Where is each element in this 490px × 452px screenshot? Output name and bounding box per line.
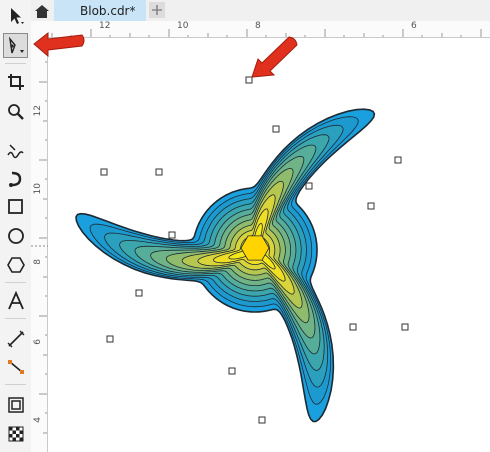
home-icon[interactable]	[31, 0, 52, 21]
text-tool-icon[interactable]	[3, 288, 28, 313]
shape-tool-icon[interactable]	[3, 33, 28, 58]
horizontal-ruler[interactable]: 12 10 8 6	[31, 21, 490, 38]
pick-tool-icon[interactable]	[3, 3, 28, 28]
ellipse-tool-icon[interactable]	[3, 223, 28, 248]
new-tab-button[interactable]	[149, 2, 165, 18]
document-tab-title: Blob.cdr*	[80, 3, 136, 18]
document-tab[interactable]: Blob.cdr*	[54, 0, 146, 21]
crop-tool-icon[interactable]	[3, 69, 28, 94]
ruler-label: 10	[33, 183, 43, 195]
ruler-label: 12	[33, 105, 43, 117]
freehand-tool-icon[interactable]	[3, 139, 28, 164]
drawing-canvas[interactable]	[48, 38, 490, 452]
ruler-label: 6	[411, 21, 417, 31]
effects-tool-icon[interactable]	[3, 392, 28, 417]
ruler-label: 8	[33, 259, 43, 265]
ruler-label: 4	[33, 417, 43, 423]
ruler-label: 6	[33, 339, 43, 345]
vertical-ruler-ticks	[39, 42, 47, 434]
vertical-ruler[interactable]: 12 10 8 6 4	[31, 37, 48, 452]
ruler-label: 8	[255, 21, 261, 31]
dimension-tool-icon[interactable]	[3, 326, 28, 351]
rectangle-tool-icon[interactable]	[3, 194, 28, 219]
artistic-media-tool-icon[interactable]	[3, 166, 28, 191]
polygon-tool-icon[interactable]	[3, 252, 28, 277]
ruler-label: 12	[99, 21, 111, 31]
connector-tool-icon[interactable]	[3, 354, 28, 379]
ruler-label: 10	[177, 21, 189, 31]
toolbox	[0, 0, 32, 452]
transparency-tool-icon[interactable]	[3, 421, 28, 446]
zoom-tool-icon[interactable]	[3, 99, 28, 124]
document-tab-bar: Blob.cdr*	[31, 0, 490, 22]
